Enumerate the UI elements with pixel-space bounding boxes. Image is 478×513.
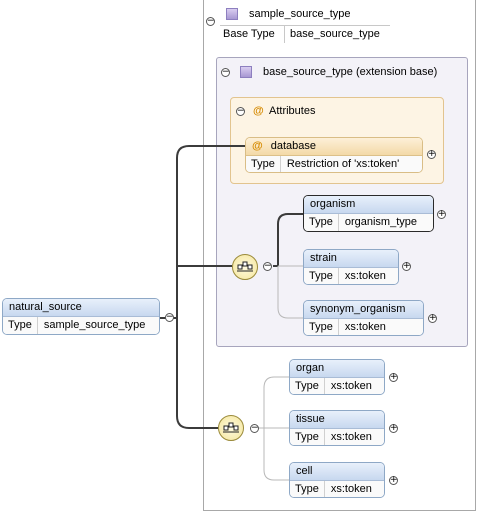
root-element-natural-source[interactable]: natural_source Type sample_source_type bbox=[2, 298, 160, 335]
element-name: cell bbox=[290, 463, 384, 481]
collapse-sequence-icon[interactable]: − bbox=[250, 424, 259, 433]
element-type-value: xs:token bbox=[330, 483, 372, 495]
collapse-sequence-icon[interactable]: − bbox=[263, 262, 272, 271]
element-synonym-organism[interactable]: synonym_organism Type xs:token bbox=[303, 300, 424, 336]
sequence-compositor-icon[interactable] bbox=[232, 254, 258, 280]
element-type-value: xs:token bbox=[344, 321, 386, 333]
element-type-value: xs:token bbox=[330, 431, 372, 443]
expand-organism-icon[interactable]: + bbox=[437, 210, 446, 219]
element-type-key: Type bbox=[304, 319, 339, 335]
element-type-value: xs:token bbox=[330, 380, 372, 392]
expand-strain-icon[interactable]: + bbox=[402, 262, 411, 271]
element-type-value: organism_type bbox=[344, 216, 418, 228]
element-name: organism bbox=[304, 196, 433, 214]
expand-organ-icon[interactable]: + bbox=[389, 373, 398, 382]
element-type-key: Type bbox=[304, 268, 339, 284]
element-tissue[interactable]: tissue Type xs:token bbox=[289, 410, 385, 446]
element-type-key: Type bbox=[290, 378, 325, 394]
element-name: strain bbox=[304, 250, 398, 268]
root-type-key: Type bbox=[3, 317, 38, 334]
element-organ[interactable]: organ Type xs:token bbox=[289, 359, 385, 395]
expand-tissue-icon[interactable]: + bbox=[389, 424, 398, 433]
collapse-root-icon[interactable]: − bbox=[165, 313, 174, 322]
element-name: tissue bbox=[290, 411, 384, 429]
element-name: organ bbox=[290, 360, 384, 378]
element-organism[interactable]: organism Type organism_type bbox=[303, 195, 434, 232]
element-type-key: Type bbox=[290, 429, 325, 445]
element-type-key: Type bbox=[290, 481, 325, 497]
element-cell[interactable]: cell Type xs:token bbox=[289, 462, 385, 498]
expand-cell-icon[interactable]: + bbox=[389, 476, 398, 485]
expand-synonym-organism-icon[interactable]: + bbox=[428, 314, 437, 323]
sequence-compositor-icon[interactable] bbox=[218, 415, 244, 441]
element-name: synonym_organism bbox=[304, 301, 423, 319]
element-type-key: Type bbox=[304, 214, 339, 231]
root-element-name: natural_source bbox=[3, 299, 159, 317]
element-type-value: xs:token bbox=[344, 270, 386, 282]
element-strain[interactable]: strain Type xs:token bbox=[303, 249, 399, 285]
root-type-value: sample_source_type bbox=[43, 319, 146, 331]
